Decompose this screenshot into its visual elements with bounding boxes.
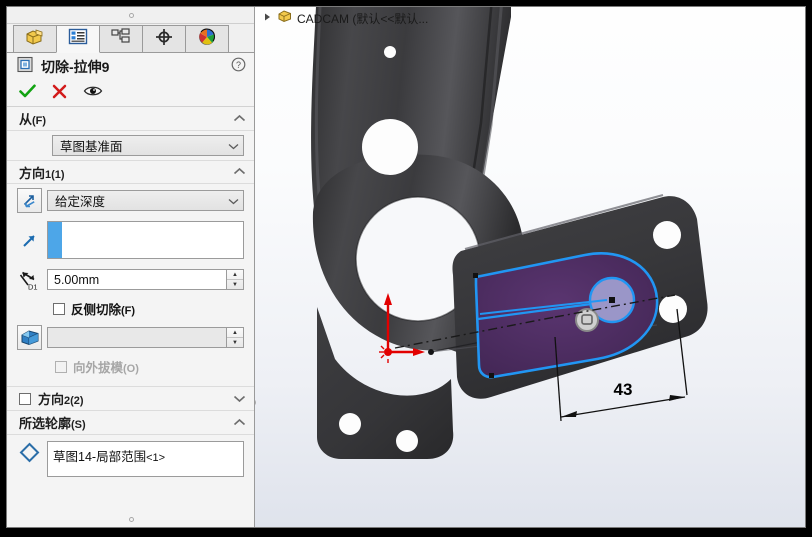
accept-checkmark-button[interactable] [19,84,36,104]
depth-d1-icon: D1 [17,267,42,292]
tab-configuration-manager[interactable] [99,25,143,52]
spinner-down-icon[interactable]: ▼ [227,280,243,289]
flip-side-to-cut-row[interactable]: 反侧切除(F) [7,296,254,321]
pm-body: 从(F) 草图基准面 方向1(1) 给定深度 D1 5.00mm ▲ ▼ 反侧切… [7,107,254,481]
end-condition-dropdown[interactable]: 给定深度 [47,190,244,211]
solidworks-window: 切除-拉伸9 ? 从(F) 草图基准面 方向1(1) 给定深度 D1 5.00m… [6,6,806,528]
cancel-cross-button[interactable] [52,84,67,104]
section-title-direction2: 方向2(2) [38,392,84,407]
graphics-area[interactable]: CADCAM (默认<<默认... 43 [255,7,805,527]
start-condition-value: 草图基准面 [60,140,123,154]
selected-contour-item: 草图14-局部范围 [53,450,147,464]
configuration-icon [111,27,131,51]
from-start-condition-row: 草图基准面 [7,131,254,160]
end-condition-row: 给定深度 [7,184,254,217]
cut-extrude-icon [17,56,34,78]
panel-grip-dot-bottom[interactable] [128,517,134,522]
direction2-enable-checkbox[interactable] [19,392,31,405]
bracket-hole-bottom [659,295,687,323]
svg-text:D1: D1 [28,282,38,291]
page-title: 切除-拉伸9 [41,59,110,75]
reverse-direction-arrow-button[interactable] [17,188,42,213]
spinner-up-icon[interactable]: ▲ [227,328,243,338]
panel-grip-dot[interactable] [128,13,134,18]
dimxpert-target-icon [154,28,174,51]
property-list-icon [68,28,88,50]
chevron-up-icon[interactable] [233,414,246,432]
draft-angle-spinner[interactable]: ▲ ▼ [226,328,243,347]
selected-contours-row: 草图14-局部范围<1> [7,435,254,481]
flyout-feature-tree-header[interactable]: CADCAM (默认<<默认... [255,7,428,29]
selected-contour-index: <1> [146,452,166,464]
flip-side-to-cut-checkbox[interactable] [53,302,65,315]
mount-hole-left [339,413,361,435]
pm-action-row [7,81,254,107]
draft-outward-row[interactable]: 向外拔模(O) [7,354,254,379]
contour-diamond-icon [17,441,42,463]
help-question-icon[interactable]: ? [231,57,246,77]
selected-contour-list[interactable]: 草图14-局部范围<1> [47,441,244,477]
direction-reference-selection-box[interactable] [47,221,244,259]
tab-display-manager[interactable] [185,25,229,52]
spinner-up-icon[interactable]: ▲ [227,270,243,280]
draft-on-off-icon-button[interactable] [17,325,42,350]
cad-model-viewport[interactable]: 43 [255,7,801,527]
upper-hole [362,119,418,175]
draft-row: ▲ ▼ [7,321,254,354]
draft-angle-input[interactable]: ▲ ▼ [47,327,244,348]
section-header-direction1[interactable]: 方向1(1) [7,160,254,184]
tab-property-manager[interactable] [56,25,100,53]
detailed-preview-eye-button[interactable] [83,84,103,103]
end-condition-value: 给定深度 [55,195,106,209]
direction-reference-row [7,217,254,263]
part-document-icon [277,9,292,28]
appearance-sphere-icon [197,27,217,51]
direction-vector-arrow-icon [17,228,42,253]
feature-tree-root-label: CADCAM (默认<<默认... [297,11,429,26]
section-title-direction1: 方向1(1) [19,165,65,181]
mount-hole-right [396,430,418,452]
section-title-from: 从(F) [19,112,47,127]
direction-reference-value [62,222,243,258]
start-condition-dropdown[interactable]: 草图基准面 [52,135,244,156]
bracket-hole-top [653,221,681,249]
dimension-value-text: 43 [614,380,633,399]
panel-top-grip[interactable] [7,7,254,24]
selection-active-indicator [48,222,62,258]
selected-sketch-contour[interactable] [473,252,659,379]
chevron-up-icon[interactable] [233,163,246,181]
draft-outward-label: 向外拔模(O) [73,361,139,375]
chevron-down-icon[interactable] [228,194,239,208]
feature-tree-icon [24,28,46,51]
manager-tab-bar [7,24,254,53]
chevron-down-icon[interactable] [233,390,246,408]
section-header-selected-contours[interactable]: 所选轮廓(S) [7,411,254,435]
property-manager-panel: 切除-拉伸9 ? 从(F) 草图基准面 方向1(1) 给定深度 D1 5.00m… [7,7,255,527]
tab-feature-manager[interactable] [13,25,57,52]
depth-spinner[interactable]: ▲ ▼ [226,270,243,289]
feature-title-row: 切除-拉伸9 ? [7,53,254,81]
svg-text:?: ? [236,60,241,70]
panel-bottom-grip[interactable] [7,513,254,527]
spinner-down-icon[interactable]: ▼ [227,338,243,347]
sketch-center-point [609,297,615,303]
draft-outward-checkbox[interactable] [55,360,67,373]
depth-row: D1 5.00mm ▲ ▼ [7,263,254,296]
depth-input[interactable]: 5.00mm ▲ ▼ [47,269,244,290]
small-upper-hole [384,46,396,58]
depth-value: 5.00mm [54,272,100,287]
chevron-up-icon[interactable] [233,110,246,128]
flip-side-to-cut-label: 反侧切除(F) [71,303,136,317]
section-header-direction2[interactable]: 方向2(2) [7,387,254,411]
chevron-down-icon[interactable] [228,139,239,153]
section-header-from[interactable]: 从(F) [7,107,254,131]
section-title-selected-contours: 所选轮廓(S) [19,416,86,431]
tab-dimxpert-manager[interactable] [142,25,186,52]
expand-triangle-icon[interactable] [263,9,272,27]
